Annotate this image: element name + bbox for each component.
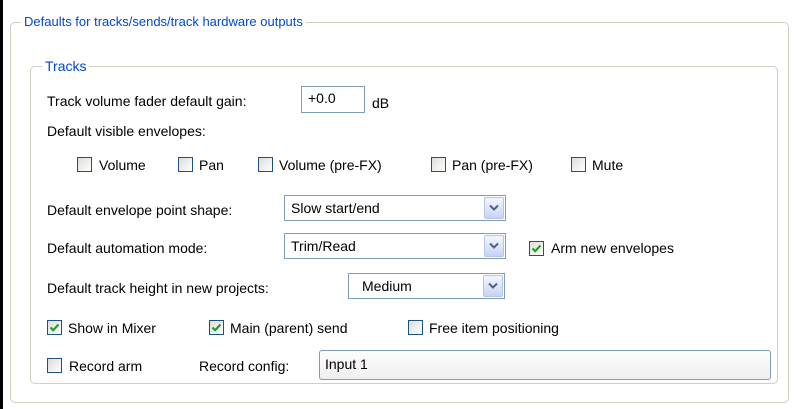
mute-envelope-checkbox[interactable] [571, 157, 586, 172]
arm-new-envelopes-checkbox[interactable] [529, 241, 544, 256]
visible-envelopes-label: Default visible envelopes: [47, 123, 206, 139]
pan-prefx-envelope-label[interactable]: Pan (pre-FX) [452, 156, 533, 174]
main-send-label[interactable]: Main (parent) send [230, 319, 348, 337]
record-config-label: Record config: [199, 358, 290, 374]
chevron-down-icon[interactable] [484, 235, 504, 257]
chevron-down-icon[interactable] [483, 275, 503, 297]
volume-gain-input[interactable]: +0.0 [301, 86, 365, 113]
free-positioning-checkbox[interactable] [408, 320, 423, 335]
show-in-mixer-label[interactable]: Show in Mixer [68, 319, 156, 337]
volume-gain-unit: dB [372, 95, 390, 111]
volume-envelope-checkbox[interactable] [77, 157, 92, 172]
record-config-value: Input 1 [325, 356, 368, 372]
automation-mode-dropdown[interactable]: Trim/Read [284, 233, 506, 259]
point-shape-value: Slow start/end [291, 200, 380, 216]
automation-mode-label: Default automation mode: [47, 240, 208, 256]
point-shape-dropdown[interactable]: Slow start/end [284, 195, 506, 221]
defaults-group-title: Defaults for tracks/sends/track hardware… [21, 14, 306, 30]
arm-new-envelopes-label[interactable]: Arm new envelopes [551, 239, 674, 257]
pan-envelope-checkbox[interactable] [178, 157, 193, 172]
point-shape-label: Default envelope point shape: [47, 202, 233, 218]
automation-mode-value: Trim/Read [291, 238, 356, 254]
track-height-dropdown[interactable]: Medium [348, 273, 505, 299]
free-positioning-label[interactable]: Free item positioning [429, 319, 559, 337]
record-arm-label[interactable]: Record arm [69, 357, 142, 375]
mute-envelope-label[interactable]: Mute [592, 156, 623, 174]
track-height-label: Default track height in new projects: [47, 280, 269, 296]
volume-prefx-envelope-label[interactable]: Volume (pre-FX) [279, 156, 382, 174]
pan-envelope-label[interactable]: Pan [199, 156, 224, 174]
chevron-down-icon[interactable] [484, 197, 504, 219]
volume-prefx-envelope-checkbox[interactable] [258, 157, 273, 172]
record-config-button[interactable]: Input 1 [319, 350, 771, 380]
volume-envelope-label[interactable]: Volume [99, 156, 146, 174]
record-arm-checkbox[interactable] [47, 358, 62, 373]
volume-gain-label: Track volume fader default gain: [47, 93, 247, 109]
main-send-checkbox[interactable] [209, 320, 224, 335]
window-left-edge [0, 0, 3, 409]
tracks-group-title: Tracks [42, 57, 90, 75]
show-in-mixer-checkbox[interactable] [47, 320, 62, 335]
pan-prefx-envelope-checkbox[interactable] [431, 157, 446, 172]
track-height-value: Medium [362, 278, 412, 294]
